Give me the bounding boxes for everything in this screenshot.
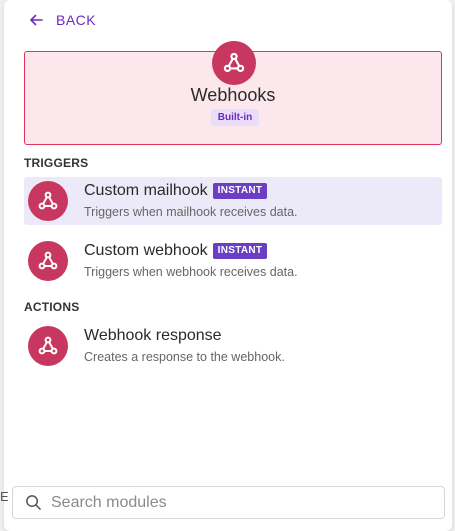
app-title: Webhooks — [190, 85, 276, 105]
webhook-icon — [28, 241, 68, 281]
actions-section-label: ACTIONS — [24, 300, 80, 314]
app-header-card: Webhooks Built-in — [24, 41, 442, 145]
instant-badge: INSTANT — [212, 243, 268, 259]
module-title: Custom webhook INSTANT — [84, 242, 268, 260]
back-label: BACK — [56, 12, 97, 28]
arrow-left-icon — [30, 14, 43, 26]
module-description: Triggers when mailhook receives data. — [84, 205, 298, 219]
module-custom-mailhook[interactable]: Custom mailhook INSTANT Triggers when ma… — [24, 177, 442, 225]
module-webhook-response[interactable]: Webhook response Creates a response to t… — [24, 322, 442, 370]
module-description: Triggers when webhook receives data. — [84, 265, 298, 279]
triggers-section-label: TRIGGERS — [24, 156, 89, 170]
module-name: Custom mailhook — [84, 182, 208, 199]
module-picker-panel: BACK Webhooks Built-in TRIGGERS Custom m… — [4, 0, 452, 531]
module-name: Webhook response — [84, 327, 222, 344]
module-description: Creates a response to the webhook. — [84, 350, 285, 364]
back-button[interactable]: BACK — [28, 12, 96, 28]
builtin-badge: Built-in — [211, 109, 259, 126]
search-input[interactable] — [51, 493, 421, 512]
instant-badge: INSTANT — [212, 183, 268, 199]
webhooks-logo-icon — [212, 41, 256, 85]
module-name: Custom webhook — [84, 242, 208, 259]
module-title: Webhook response — [84, 327, 222, 345]
webhook-icon — [28, 326, 68, 366]
background-text-fragment: E — [0, 489, 9, 504]
webhook-icon — [28, 181, 68, 221]
module-custom-webhook[interactable]: Custom webhook INSTANT Triggers when web… — [24, 237, 442, 285]
module-title: Custom mailhook INSTANT — [84, 182, 268, 200]
search-icon — [26, 495, 41, 510]
search-modules-box[interactable] — [12, 486, 445, 519]
